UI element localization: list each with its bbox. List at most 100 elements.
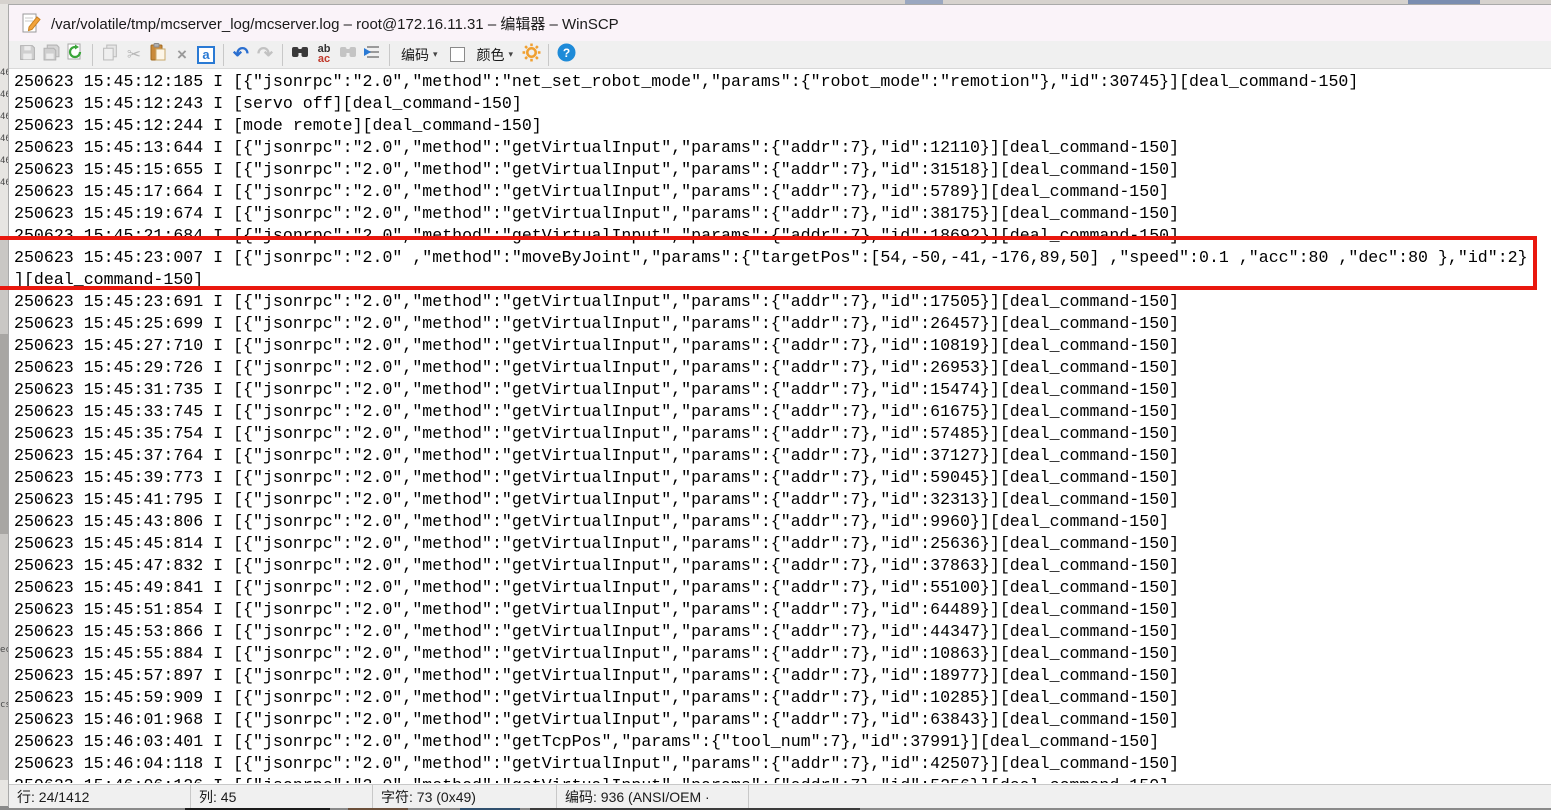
status-line-indicator: 行: 24/1412 <box>9 785 191 808</box>
find-binoculars-icon <box>291 43 309 66</box>
log-line: 250623 15:45:33:745 I [{"jsonrpc":"2.0",… <box>14 401 1528 423</box>
delete-icon: × <box>177 46 187 63</box>
status-encoding-indicator: 编码: 936 (ANSI/OEM · <box>557 785 749 808</box>
background-window-fragment: ec <box>0 645 8 655</box>
save-all-icon <box>43 44 60 66</box>
toolbar-separator <box>223 44 224 66</box>
find-next-binoculars-icon <box>339 43 357 66</box>
log-line: 250623 15:46:01:968 I [{"jsonrpc":"2.0",… <box>14 709 1528 731</box>
chevron-down-icon: ▾ <box>509 49 514 60</box>
encoding-dropdown[interactable]: 编码 ▾ <box>395 43 444 67</box>
redo-icon: ↷ <box>257 45 273 64</box>
window-title: /var/volatile/tmp/mcserver_log/mcserver.… <box>51 13 619 34</box>
save-icon <box>19 44 36 66</box>
log-line: 250623 15:45:43:806 I [{"jsonrpc":"2.0",… <box>14 511 1528 533</box>
find-next-button[interactable] <box>336 43 360 67</box>
status-empty-panel <box>749 785 1551 808</box>
background-window-fragment: 46 <box>0 156 8 166</box>
log-line: 250623 15:45:17:664 I [{"jsonrpc":"2.0",… <box>14 181 1528 203</box>
background-scrollbar-fragment <box>0 334 8 534</box>
help-icon: ? <box>557 43 576 67</box>
log-line: 250623 15:45:57:897 I [{"jsonrpc":"2.0",… <box>14 665 1528 687</box>
title-bar: /var/volatile/tmp/mcserver_log/mcserver.… <box>9 5 1551 41</box>
log-line: 250623 15:45:23:691 I [{"jsonrpc":"2.0",… <box>14 291 1528 313</box>
log-line: 250623 15:46:03:401 I [{"jsonrpc":"2.0",… <box>14 731 1528 753</box>
log-line: 250623 15:45:15:655 I [{"jsonrpc":"2.0",… <box>14 159 1528 181</box>
find-button[interactable] <box>288 43 312 67</box>
log-line: 250623 15:46:06:126 I [{"jsonrpc":"2.0",… <box>14 775 1528 783</box>
goto-line-icon <box>363 43 381 66</box>
background-window-fragment: 46 <box>0 90 8 100</box>
background-window-fragment: 46 <box>0 112 8 122</box>
log-line: 250623 15:45:47:832 I [{"jsonrpc":"2.0",… <box>14 555 1528 577</box>
editor-text-area[interactable]: 250623 15:45:12:185 I [{"jsonrpc":"2.0",… <box>9 69 1551 783</box>
redo-button[interactable]: ↷ <box>253 43 277 67</box>
log-line: 250623 15:45:53:866 I [{"jsonrpc":"2.0",… <box>14 621 1528 643</box>
color-dropdown[interactable]: 颜色 ▾ <box>471 43 520 67</box>
paste-icon <box>149 43 167 66</box>
log-line: 250623 15:46:04:118 I [{"jsonrpc":"2.0",… <box>14 753 1528 775</box>
log-content: 250623 15:45:12:185 I [{"jsonrpc":"2.0",… <box>14 71 1528 783</box>
log-line: 250623 15:45:12:243 I [servo off][deal_c… <box>14 93 1528 115</box>
status-character-indicator: 字符: 73 (0x49) <box>373 785 557 808</box>
toolbar: ✂ × a ↶ ↷ ab ac <box>9 41 1551 69</box>
delete-button[interactable]: × <box>170 43 194 67</box>
log-line: 250623 15:45:39:773 I [{"jsonrpc":"2.0",… <box>14 467 1528 489</box>
log-line: 250623 15:45:25:699 I [{"jsonrpc":"2.0",… <box>14 313 1528 335</box>
gear-icon <box>522 43 541 67</box>
log-line: 250623 15:45:27:710 I [{"jsonrpc":"2.0",… <box>14 335 1528 357</box>
log-line: 250623 15:45:29:726 I [{"jsonrpc":"2.0",… <box>14 357 1528 379</box>
copy-button[interactable] <box>98 43 122 67</box>
preferences-button[interactable] <box>519 43 543 67</box>
log-line: 250623 15:45:41:795 I [{"jsonrpc":"2.0",… <box>14 489 1528 511</box>
log-line: 250623 15:45:23:007 I [{"jsonrpc":"2.0" … <box>14 247 1528 269</box>
log-line: 250623 15:45:12:185 I [{"jsonrpc":"2.0",… <box>14 71 1528 93</box>
goto-line-button[interactable] <box>360 43 384 67</box>
color-checkbox[interactable] <box>450 47 465 62</box>
undo-button[interactable]: ↶ <box>229 43 253 67</box>
paste-button[interactable] <box>146 43 170 67</box>
save-button[interactable] <box>15 43 39 67</box>
log-line: 250623 15:45:21:684 I [{"jsonrpc":"2.0",… <box>14 225 1528 247</box>
toolbar-separator <box>282 44 283 66</box>
log-line: 250623 15:45:35:754 I [{"jsonrpc":"2.0",… <box>14 423 1528 445</box>
replace-button[interactable]: ab ac <box>312 43 336 67</box>
log-line: 250623 15:45:19:674 I [{"jsonrpc":"2.0",… <box>14 203 1528 225</box>
svg-text:?: ? <box>562 46 569 60</box>
background-window-edge: 464646464646eccs <box>0 4 8 806</box>
log-line: 250623 15:45:51:854 I [{"jsonrpc":"2.0",… <box>14 599 1528 621</box>
status-column-indicator: 列: 45 <box>191 785 373 808</box>
help-button[interactable]: ? <box>554 43 578 67</box>
select-all-button[interactable]: a <box>194 43 218 67</box>
undo-icon: ↶ <box>233 45 249 64</box>
chevron-down-icon: ▾ <box>433 49 438 60</box>
log-line: 250623 15:45:45:814 I [{"jsonrpc":"2.0",… <box>14 533 1528 555</box>
log-line: 250623 15:45:12:244 I [mode remote][deal… <box>14 115 1528 137</box>
toolbar-separator <box>92 44 93 66</box>
log-line: 250623 15:45:31:735 I [{"jsonrpc":"2.0",… <box>14 379 1528 401</box>
log-line: 250623 15:45:13:644 I [{"jsonrpc":"2.0",… <box>14 137 1528 159</box>
toolbar-separator <box>389 44 390 66</box>
cut-button[interactable]: ✂ <box>122 43 146 67</box>
reload-button[interactable] <box>63 43 87 67</box>
reload-icon <box>66 43 84 66</box>
log-line: 250623 15:45:55:884 I [{"jsonrpc":"2.0",… <box>14 643 1528 665</box>
cut-icon: ✂ <box>127 46 141 63</box>
replace-icon: ab ac <box>318 45 331 65</box>
background-window-fragment: cs <box>0 700 8 710</box>
background-window-fragment: 46 <box>0 178 8 188</box>
log-line: 250623 15:45:59:909 I [{"jsonrpc":"2.0",… <box>14 687 1528 709</box>
save-all-button[interactable] <box>39 43 63 67</box>
color-dropdown-label: 颜色 <box>477 45 505 65</box>
toolbar-separator <box>548 44 549 66</box>
winscp-editor-window: /var/volatile/tmp/mcserver_log/mcserver.… <box>8 4 1551 807</box>
log-line: 250623 15:45:49:841 I [{"jsonrpc":"2.0",… <box>14 577 1528 599</box>
log-line: ][deal_command-150] <box>14 269 1528 291</box>
copy-icon <box>102 44 119 66</box>
status-bar: 行: 24/1412 列: 45 字符: 73 (0x49) 编码: 936 (… <box>9 784 1551 808</box>
log-line: 250623 15:45:37:764 I [{"jsonrpc":"2.0",… <box>14 445 1528 467</box>
background-window-fragment: 46 <box>0 68 8 78</box>
encoding-dropdown-label: 编码 <box>401 45 429 65</box>
select-all-icon: a <box>197 46 215 64</box>
edit-document-icon <box>21 13 41 33</box>
